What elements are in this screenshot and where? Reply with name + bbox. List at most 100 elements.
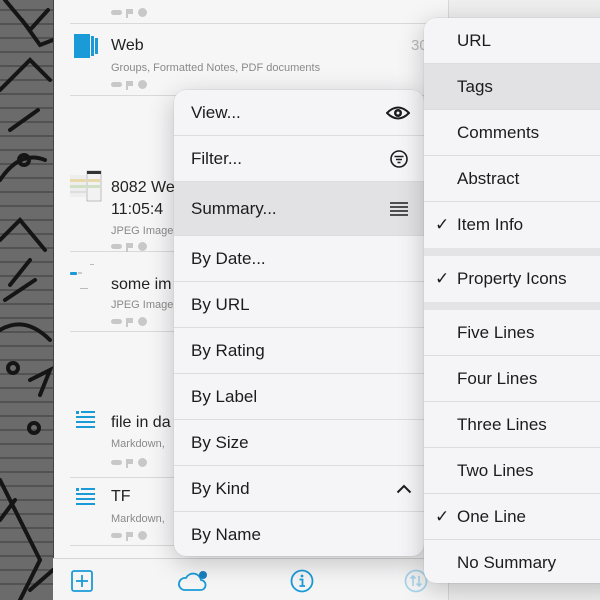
flag-icon — [126, 317, 134, 327]
label-pill-icon — [111, 533, 122, 538]
menu-item-filter[interactable]: Filter... — [174, 136, 424, 182]
flag-icon — [126, 531, 134, 541]
summary-submenu: URL Tags Comments Abstract ✓ Item Info ✓… — [424, 18, 600, 583]
property-icons — [111, 317, 147, 327]
cloud-icon — [178, 571, 207, 591]
image-thumbnail — [70, 169, 102, 208]
menu-item-label: Tags — [457, 76, 493, 96]
menu-item-label: Summary... — [191, 198, 277, 218]
item-subtitle: Groups, Formatted Notes, PDF documents — [111, 62, 321, 74]
menu-item-label: Abstract — [457, 168, 520, 188]
desktop-wallpaper — [0, 0, 53, 600]
summary-item-url[interactable]: URL — [424, 18, 600, 64]
eye-icon — [386, 105, 410, 121]
options-menu: View... Filter... Summary... By Date... … — [174, 90, 424, 556]
item-title: 8082 We — [111, 179, 175, 196]
menu-item-by-rating[interactable]: By Rating — [174, 328, 424, 374]
label-pill-icon — [111, 460, 122, 465]
property-icons — [111, 8, 147, 18]
summary-item-two-lines[interactable]: Two Lines — [424, 448, 600, 494]
add-button[interactable] — [70, 569, 94, 593]
markdown-icon — [76, 410, 96, 435]
menu-item-label: Two Lines — [457, 460, 534, 480]
summary-item-property-icons[interactable]: ✓ Property Icons — [424, 256, 600, 302]
item-title: Web — [111, 37, 144, 54]
menu-item-label: Filter... — [191, 148, 243, 168]
label-pill-icon — [111, 10, 122, 15]
summary-item-tags[interactable]: Tags — [424, 64, 600, 110]
menu-item-label: View... — [191, 102, 241, 122]
menu-section-divider — [424, 302, 600, 310]
flag-icon — [126, 242, 134, 252]
item-subtitle: JPEG Image — [111, 225, 174, 237]
item-subtitle: JPEG Image — [111, 299, 174, 311]
info-button[interactable] — [290, 569, 314, 593]
item-title: TF — [111, 488, 131, 505]
menu-item-summary[interactable]: Summary... — [174, 182, 424, 236]
menu-item-by-name[interactable]: By Name — [174, 512, 424, 556]
label-pill-icon — [111, 82, 122, 87]
property-icons — [111, 531, 147, 541]
summary-item-abstract[interactable]: Abstract — [424, 156, 600, 202]
menu-item-label: No Summary — [457, 553, 557, 572]
menu-item-label: Five Lines — [457, 322, 535, 342]
list-item[interactable] — [70, 0, 448, 24]
flag-icon — [126, 80, 134, 90]
chevron-up-icon — [396, 484, 412, 494]
menu-item-by-date[interactable]: By Date... — [174, 236, 424, 282]
unread-dot-icon — [138, 80, 147, 89]
markdown-icon — [76, 487, 96, 512]
summary-item-five-lines[interactable]: Five Lines — [424, 310, 600, 356]
item-title: some im — [111, 276, 172, 293]
summary-item-one-line[interactable]: ✓ One Line — [424, 494, 600, 540]
menu-item-label: By Kind — [191, 478, 250, 498]
menu-item-by-size[interactable]: By Size — [174, 420, 424, 466]
checkmark-icon: ✓ — [435, 506, 450, 526]
menu-item-label: By Size — [191, 432, 249, 452]
label-pill-icon — [111, 244, 122, 249]
flag-icon — [126, 8, 134, 18]
property-icons — [111, 242, 147, 252]
menu-item-label: By URL — [191, 294, 250, 314]
menu-item-by-url[interactable]: By URL — [174, 282, 424, 328]
image-thumbnail — [70, 262, 102, 301]
sync-button[interactable] — [175, 569, 211, 593]
item-title: file in da — [111, 414, 171, 431]
info-icon — [290, 569, 314, 593]
plus-square-icon — [71, 570, 93, 592]
unread-dot-icon — [138, 531, 147, 540]
menu-item-label: Four Lines — [457, 368, 538, 388]
unread-dot-icon — [138, 242, 147, 251]
property-icons — [111, 458, 147, 468]
summary-item-three-lines[interactable]: Three Lines — [424, 402, 600, 448]
menu-item-label: Item Info — [457, 215, 524, 234]
item-subtitle: Markdown, — [111, 438, 165, 450]
menu-item-label: Comments — [457, 122, 540, 142]
menu-item-label: By Date... — [191, 248, 266, 268]
menu-item-by-kind[interactable]: By Kind — [174, 466, 424, 512]
unread-dot-icon — [138, 317, 147, 326]
menu-item-label: Three Lines — [457, 414, 547, 434]
menu-item-by-label[interactable]: By Label — [174, 374, 424, 420]
item-subtitle: Markdown, — [111, 513, 165, 525]
unread-dot-icon — [138, 8, 147, 17]
label-pill-icon — [111, 319, 122, 324]
group-icon — [74, 34, 100, 65]
item-title-line2: 11:05:4 — [111, 201, 164, 218]
property-icons — [111, 80, 147, 90]
menu-section-divider — [424, 248, 600, 256]
menu-item-label: One Line — [457, 506, 526, 526]
menu-item-label: By Label — [191, 386, 258, 406]
unread-dot-icon — [138, 458, 147, 467]
summary-item-four-lines[interactable]: Four Lines — [424, 356, 600, 402]
checkmark-icon: ✓ — [435, 215, 450, 234]
menu-item-label: By Name — [191, 525, 261, 544]
list-item-web[interactable]: Web Groups, Formatted Notes, PDF documen… — [70, 24, 448, 96]
lines-icon — [390, 201, 408, 216]
summary-item-comments[interactable]: Comments — [424, 110, 600, 156]
checkmark-icon: ✓ — [435, 269, 450, 288]
wallpaper-pattern — [0, 0, 53, 600]
summary-item-item-info[interactable]: ✓ Item Info — [424, 202, 600, 248]
menu-item-view[interactable]: View... — [174, 90, 424, 136]
summary-item-no-summary[interactable]: No Summary — [424, 540, 600, 583]
